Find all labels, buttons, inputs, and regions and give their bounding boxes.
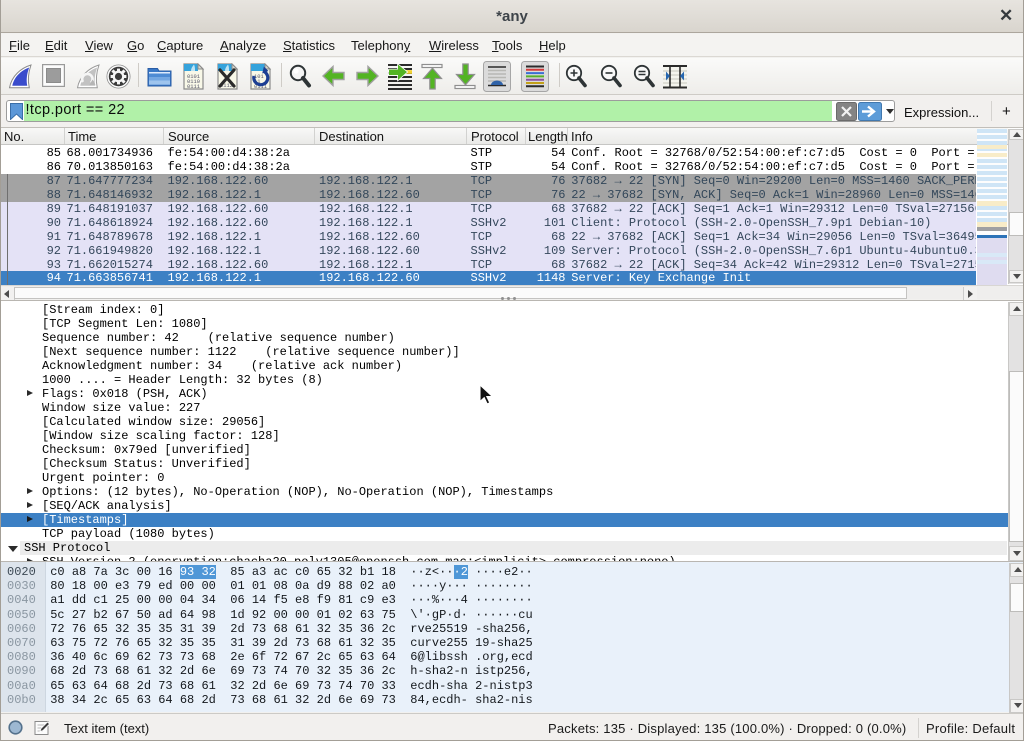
svg-text:0111: 0111 <box>187 84 200 90</box>
